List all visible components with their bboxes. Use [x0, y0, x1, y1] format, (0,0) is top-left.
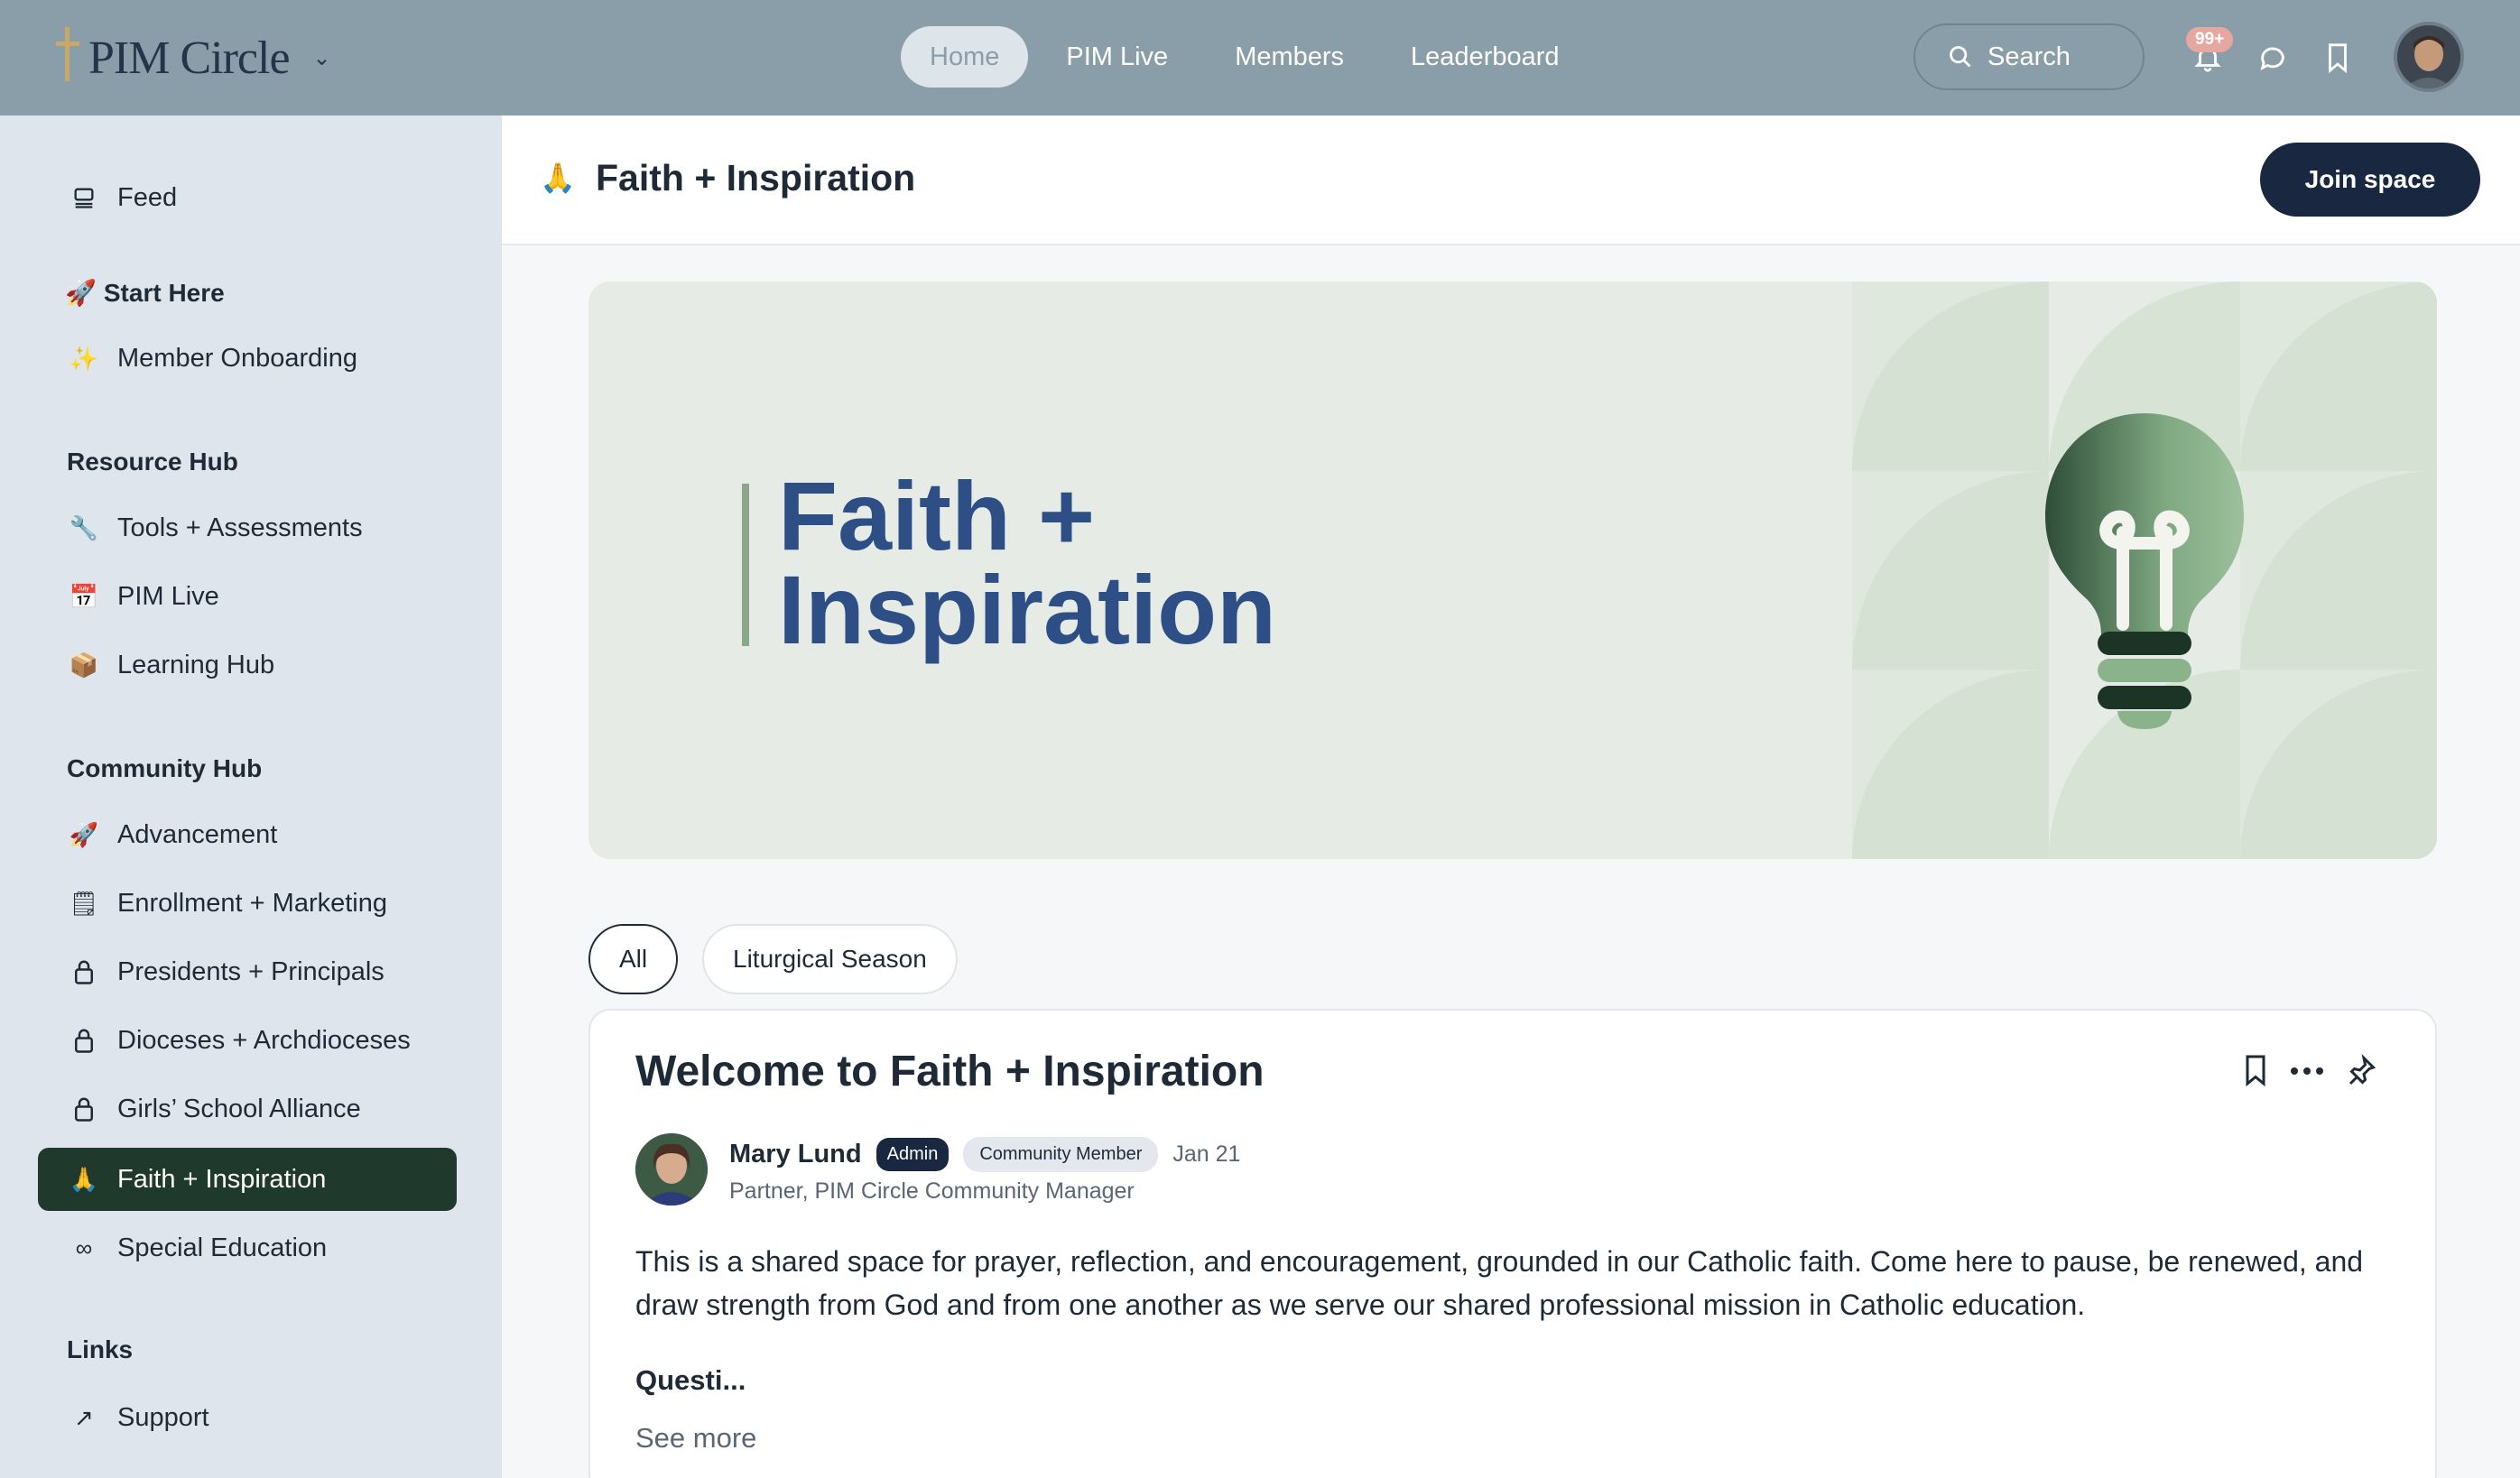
sparkles-icon: ✨ [69, 344, 99, 372]
user-photo-icon [2397, 25, 2460, 88]
sidebar-item-faith-inspiration[interactable]: 🙏 Faith + Inspiration [38, 1148, 457, 1211]
search-label: Search [1987, 42, 2071, 71]
bookmarks-button[interactable] [2320, 40, 2356, 76]
sidebar-item-dioceses-archdioceses[interactable]: Dioceses + Archdioceses [38, 1009, 457, 1072]
sidebar-item-label: Faith + Inspiration [117, 1164, 327, 1194]
brand-name: PIM Circle [88, 32, 291, 84]
sidebar-section-resource-hub[interactable]: Resource Hub [67, 448, 238, 476]
praying-hands-icon: 🙏 [540, 162, 576, 194]
sidebar-item-member-onboarding[interactable]: ✨ Member Onboarding [38, 327, 457, 390]
sidebar-item-special-education[interactable]: ∞ Special Education [38, 1216, 457, 1279]
notification-count-badge: 99+ [2186, 27, 2234, 52]
top-bar: PIM Circle ⌄ Home PIM Live Members Leade… [0, 0, 2520, 115]
nav-home[interactable]: Home [901, 26, 1029, 88]
sidebar-item-feed[interactable]: Feed [38, 166, 457, 229]
sidebar-item-label: Dioceses + Archdioceses [117, 1025, 411, 1055]
sidebar-item-label: Member Onboarding [117, 343, 357, 373]
sidebar-item-label: Tools + Assessments [117, 513, 363, 542]
rocket-icon: 🚀 [65, 279, 97, 307]
tab-liturgical-season[interactable]: Liturgical Season [702, 924, 958, 994]
see-more-link[interactable]: See more [635, 1422, 756, 1455]
post-card: Welcome to Faith + Inspiration Mary Lund… [588, 1009, 2437, 1478]
post-actions [2242, 1053, 2377, 1091]
cross-icon [56, 23, 96, 92]
sidebar-section-start-here[interactable]: 🚀 Start Here [65, 278, 225, 308]
messages-button[interactable] [2255, 40, 2291, 76]
package-icon: 📦 [69, 651, 99, 679]
sidebar-item-label: Learning Hub [117, 650, 275, 679]
main-nav: Home PIM Live Members Leaderboard [901, 25, 1589, 88]
post-body: This is a shared space for prayer, refle… [635, 1245, 2364, 1321]
page-title: Faith + Inspiration [596, 157, 916, 199]
user-avatar[interactable] [2394, 22, 2464, 92]
author-name[interactable]: Mary Lund [729, 1140, 862, 1169]
bookmark-icon [2329, 43, 2347, 73]
sidebar-item-label: Advancement [117, 819, 278, 849]
external-link-arrow-icon: ↗ [74, 1403, 94, 1431]
space-header: 🙏 Faith + Inspiration Join space [502, 115, 2520, 245]
brand-logo[interactable]: PIM Circle ⌄ [56, 23, 331, 92]
sidebar-item-advancement[interactable]: 🚀 Advancement [38, 803, 457, 866]
banner-title: Faith + Inspiration [778, 461, 1277, 664]
sidebar-item-label: Support [117, 1402, 209, 1432]
sidebar-item-label: Girls’ School Alliance [117, 1094, 361, 1123]
tab-all[interactable]: All [588, 924, 679, 994]
sidebar-section-links[interactable]: Links [67, 1335, 133, 1364]
sidebar-item-label: Special Education [117, 1233, 328, 1262]
post-title[interactable]: Welcome to Faith + Inspiration [635, 1047, 1265, 1096]
sidebar-item-label: Presidents + Principals [117, 956, 384, 986]
nav-members[interactable]: Members [1206, 26, 1373, 88]
sidebar-item-learning-hub[interactable]: 📦 Learning Hub [38, 633, 457, 697]
search-button[interactable]: Search [1913, 23, 2145, 90]
space-banner: Faith + Inspiration [588, 282, 2437, 859]
sidebar-item-tools-assessments[interactable]: 🔧 Tools + Assessments [38, 496, 457, 559]
sidebar-item-presidents-principals[interactable]: Presidents + Principals [38, 940, 457, 1003]
banner-accent-bar [742, 484, 749, 646]
notepad-icon: 🗒 [69, 889, 99, 917]
search-icon [1950, 46, 1971, 68]
nav-pim-live[interactable]: PIM Live [1037, 26, 1197, 88]
calendar-icon: 📅 [69, 582, 99, 610]
feed-icon [69, 185, 99, 210]
sidebar-item-girls-school-alliance[interactable]: Girls’ School Alliance [38, 1077, 457, 1141]
infinity-icon: ∞ [75, 1233, 93, 1261]
sidebar-item-support[interactable]: ↗ Support [38, 1386, 457, 1449]
author-title: Partner, PIM Circle Community Manager [729, 1178, 1135, 1204]
lock-icon [69, 1095, 99, 1122]
lightbulb-icon [1852, 282, 2437, 859]
post-subheading: Questi... [635, 1364, 746, 1396]
author-line: Mary Lund Admin Community Member Jan 21 [729, 1137, 1240, 1172]
post-date[interactable]: Jan 21 [1172, 1141, 1240, 1168]
sidebar: Feed 🚀 Start Here ✨ Member Onboarding Re… [0, 115, 502, 1478]
author-photo-icon [635, 1133, 708, 1205]
praying-hands-icon: 🙏 [69, 1165, 99, 1193]
lock-icon [69, 1027, 99, 1054]
sidebar-item-enrollment-marketing[interactable]: 🗒 Enrollment + Marketing [38, 872, 457, 935]
sidebar-section-community-hub[interactable]: Community Hub [67, 754, 262, 783]
nav-leaderboard[interactable]: Leaderboard [1382, 26, 1588, 88]
admin-badge: Admin [876, 1138, 950, 1171]
pin-icon[interactable] [2345, 1053, 2377, 1091]
more-options-icon[interactable] [2289, 1065, 2325, 1081]
sidebar-item-pim-live[interactable]: 📅 PIM Live [38, 565, 457, 628]
chevron-down-icon[interactable]: ⌄ [313, 45, 331, 71]
lock-icon [69, 958, 99, 985]
sidebar-item-label: PIM Live [117, 581, 219, 611]
rocket-icon: 🚀 [69, 820, 99, 848]
sidebar-item-label: Feed [117, 182, 178, 212]
join-space-button[interactable]: Join space [2260, 143, 2480, 217]
chat-bubble-icon [2260, 47, 2284, 70]
bookmark-icon[interactable] [2242, 1054, 2269, 1091]
wrench-icon: 🔧 [69, 513, 99, 541]
author-avatar[interactable] [635, 1133, 708, 1205]
sidebar-item-label: Enrollment + Marketing [117, 888, 387, 918]
member-badge: Community Member [963, 1137, 1159, 1172]
